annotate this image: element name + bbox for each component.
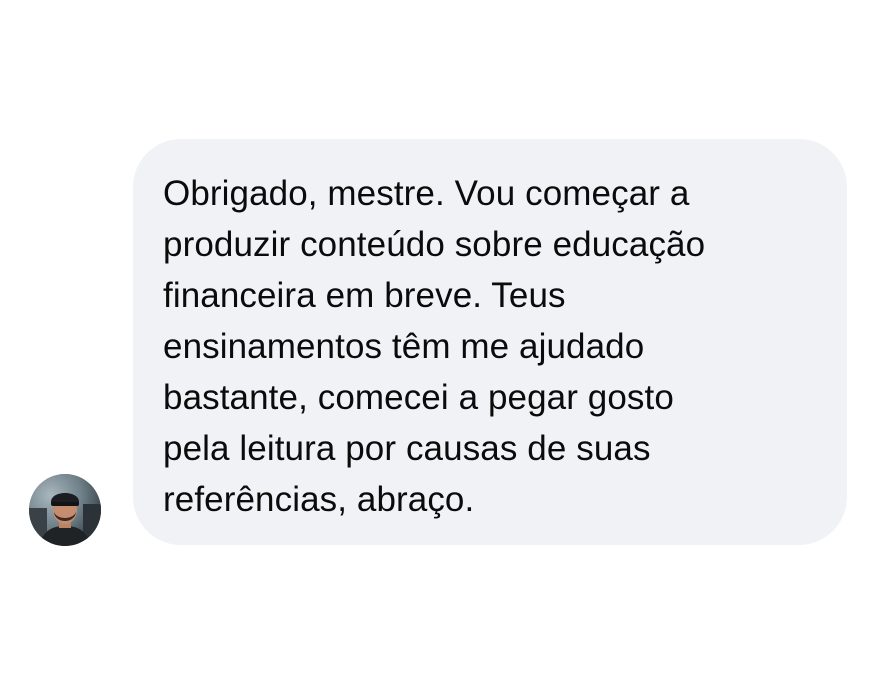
chat-screen: Obrigado, mestre. Vou começar a produzir… [0,0,889,684]
message-bubble[interactable]: Obrigado, mestre. Vou começar a produzir… [133,139,847,545]
message-text-line: financeira em breve. Teus [163,276,566,315]
message-text-line: referências, abraço. [163,480,475,519]
received-message-row: Obrigado, mestre. Vou começar a produzir… [0,0,889,684]
message-text-line: produzir conteúdo sobre educação [163,225,706,264]
user-avatar-photo-icon [29,474,101,546]
message-text-line: pela leitura por causas de suas [163,429,651,468]
message-text-line: bastante, comecei a pegar gosto [163,378,674,417]
message-text-line: Obrigado, mestre. Vou começar a [163,174,690,213]
message-text-line: ensinamentos têm me ajudado [163,327,645,366]
sender-avatar[interactable] [29,474,101,546]
